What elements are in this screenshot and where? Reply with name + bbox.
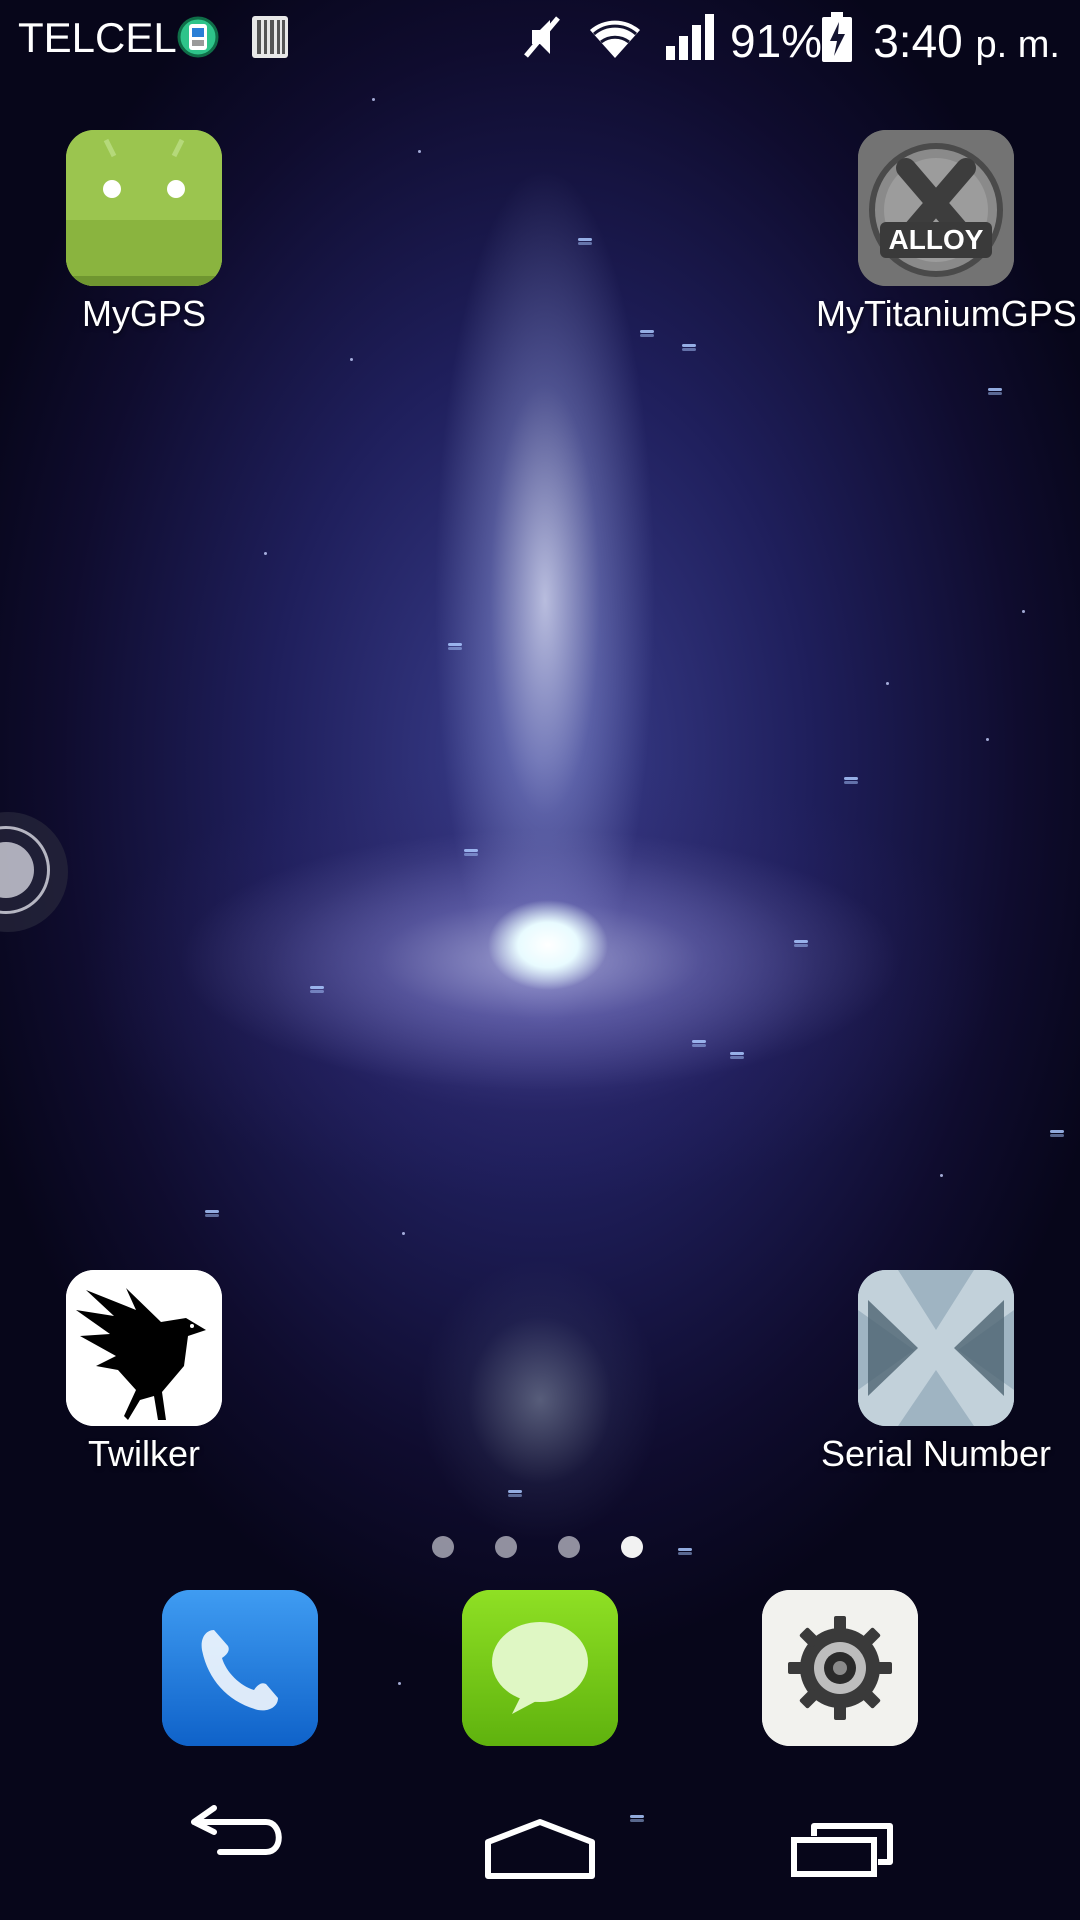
recent-apps-button[interactable] (790, 1822, 894, 1883)
phone-handset-icon (162, 1590, 318, 1746)
app-serial-number[interactable]: Serial Number (816, 1270, 1056, 1476)
wifi-icon (584, 12, 646, 67)
app-twilker[interactable]: Twilker (24, 1270, 264, 1476)
app-mytitaniumgps[interactable]: ALLOY MyTitaniumGPS (816, 130, 1077, 336)
page-dot[interactable] (495, 1536, 517, 1558)
back-button[interactable] (186, 1800, 290, 1865)
home-icon (485, 1819, 595, 1879)
clock-time: 3:40 (873, 15, 963, 67)
clock: 3:40 p. m. (873, 14, 1060, 68)
dock-messaging-button[interactable] (462, 1590, 618, 1746)
page-indicator (432, 1536, 648, 1560)
svg-text:ALLOY: ALLOY (889, 224, 984, 255)
recent-apps-icon (791, 1823, 893, 1877)
sim-toolkit-icon (174, 14, 222, 65)
carrier-name: TELCEL (18, 14, 177, 61)
home-screen: TELCEL 91% 3:40 p. m. MyGPS ALLOY MyTita… (0, 0, 1080, 1920)
android-robot-icon (66, 130, 222, 286)
dock-settings-button[interactable] (762, 1590, 918, 1746)
app-label: Twilker (87, 1433, 200, 1474)
page-dot[interactable] (432, 1536, 454, 1558)
status-bar[interactable]: TELCEL 91% 3:40 p. m. (0, 0, 1080, 76)
page-dot[interactable] (558, 1536, 580, 1558)
app-mygps[interactable]: MyGPS (24, 130, 264, 336)
xamarin-x-icon (858, 1270, 1014, 1426)
speech-bubble-icon (462, 1590, 618, 1746)
barcode-scanner-icon (250, 14, 290, 65)
vibrate-muted-icon (520, 12, 564, 67)
page-dot-active[interactable] (621, 1536, 643, 1558)
app-label: MyGPS (81, 293, 206, 334)
alloy-logo-icon: ALLOY (858, 130, 1014, 286)
back-icon (191, 1805, 282, 1855)
crow-silhouette-icon (66, 1270, 222, 1426)
dock-phone-button[interactable] (162, 1590, 318, 1746)
app-label: MyTitaniumGPS (816, 293, 1077, 334)
app-label: Serial Number (820, 1433, 1052, 1474)
clock-period: p. m. (975, 24, 1060, 66)
gear-icon (762, 1590, 918, 1746)
home-button[interactable] (484, 1818, 596, 1885)
battery-percentage: 91% (730, 15, 823, 67)
battery-charging-icon (820, 10, 854, 69)
signal-strength-icon (664, 12, 716, 67)
